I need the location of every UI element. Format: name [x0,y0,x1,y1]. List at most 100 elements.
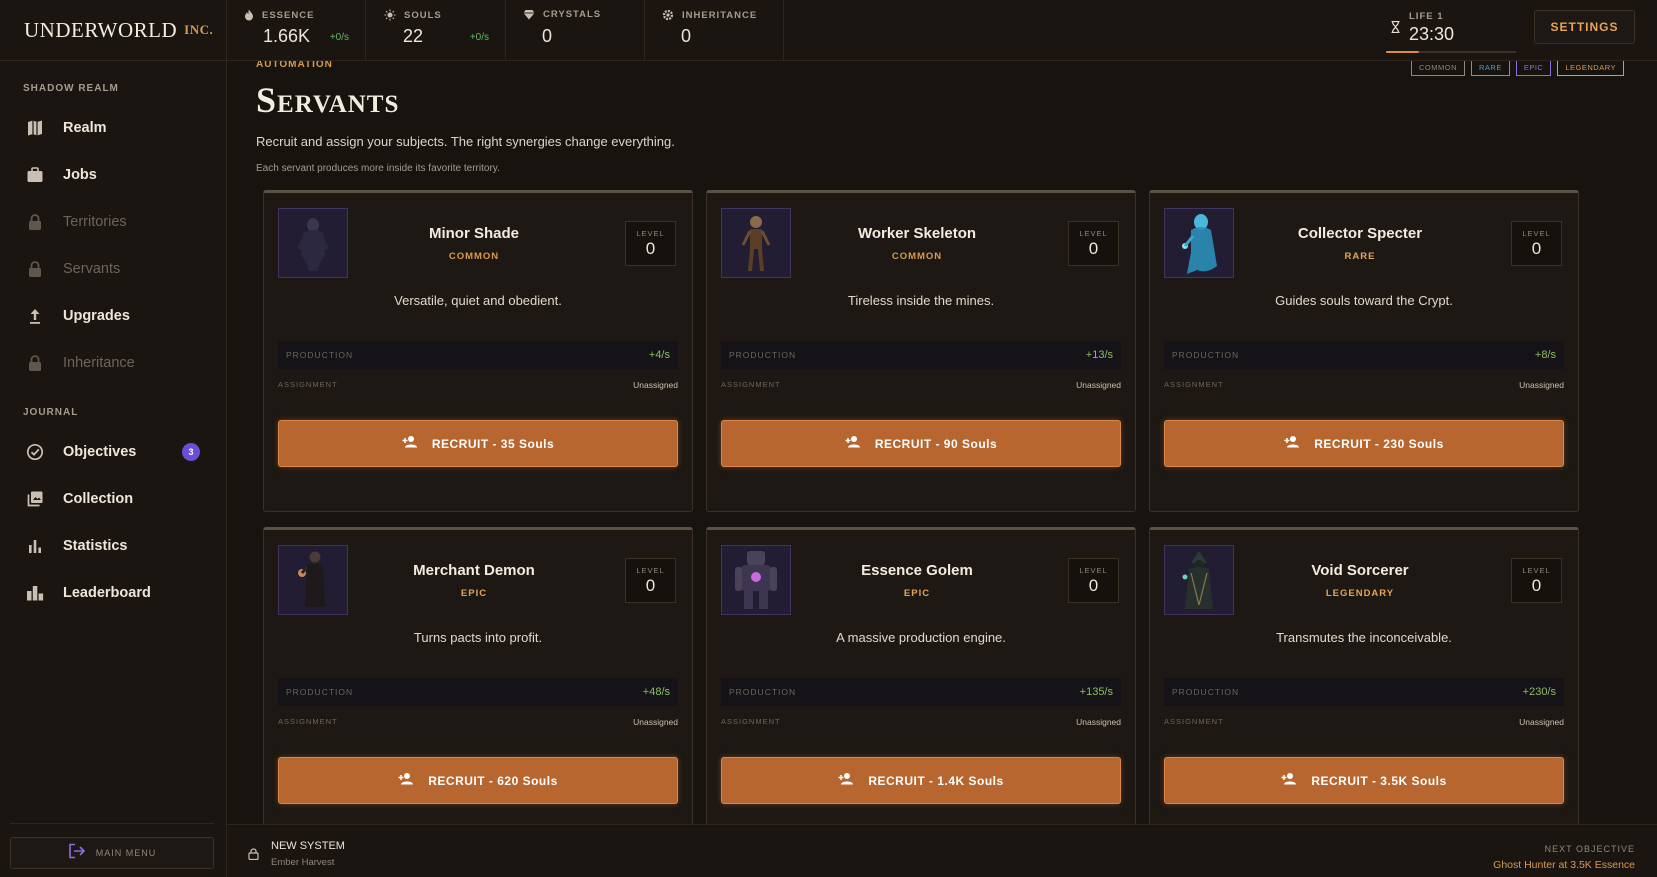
page-note: Each servant produces more inside its fa… [256,163,500,174]
sidebar-item-collection[interactable]: Collection [0,479,226,519]
servant-portrait [278,545,348,615]
new-system-title: NEW SYSTEM [271,840,345,852]
sidebar-item-jobs[interactable]: Jobs [0,155,226,195]
production-label: PRODUCTION [286,350,354,360]
resource-value: 0 [681,26,692,46]
servant-name: Worker Skeleton [857,225,977,242]
production-value: +48/s [642,686,670,698]
sidebar-item-upgrades[interactable]: Upgrades [0,296,226,336]
production-label: PRODUCTION [729,687,797,697]
bar-chart-icon [25,536,45,556]
sidebar-item-objectives[interactable]: Objectives 3 [0,432,226,472]
collection-icon [25,489,45,509]
assignment-row: ASSIGNMENT Unassigned [1164,380,1564,390]
assignment-row: ASSIGNMENT Unassigned [278,717,678,727]
level-label: LEVEL [636,566,665,575]
assignment-value[interactable]: Unassigned [1076,380,1121,390]
legend-common: COMMON [1411,61,1465,76]
next-objective-value[interactable]: Ghost Hunter at 3.5K Essence [1493,859,1635,871]
sidebar-item-realm[interactable]: Realm [0,108,226,148]
life-label: LIFE 1 [1409,11,1444,22]
gear-icon [662,9,674,21]
resource-souls: SOULS 22 +0/s [367,0,506,61]
servant-portrait [721,208,791,278]
recruit-button[interactable]: RECRUIT - 3.5K Souls [1164,757,1564,804]
nav-section-journal: JOURNAL [23,407,79,418]
servant-card: Void Sorcerer LEGENDARY LEVEL 0 Transmutes t… [1149,527,1579,824]
check-circle-icon [25,442,45,462]
resource-name: ESSENCE [262,9,315,21]
life-time: 23:30 [1409,24,1455,44]
level-label: LEVEL [1522,566,1551,575]
lock-icon [25,212,45,232]
level-value: 0 [645,239,656,258]
servant-level-box: LEVEL 0 [1068,558,1119,603]
nav-section-shadow-realm: SHADOW REALM [23,83,119,94]
assignment-label: ASSIGNMENT [721,380,781,389]
resource-name: CRYSTALS [543,9,602,20]
assignment-value[interactable]: Unassigned [1076,717,1121,727]
servant-description: Tireless inside the mines. [847,293,995,308]
main-menu-button[interactable]: MAIN MENU [10,837,214,869]
assignment-label: ASSIGNMENT [721,717,781,726]
resource-essence: ESSENCE 1.66K +0/s [227,0,366,61]
sidebar-item-label: Collection [63,491,134,507]
recruit-button[interactable]: RECRUIT - 35 Souls [278,420,678,467]
assignment-value[interactable]: Unassigned [1519,717,1564,727]
recruit-button[interactable]: RECRUIT - 620 Souls [278,757,678,804]
brand-suffix: INC. [184,22,214,37]
briefcase-icon [25,165,45,185]
assignment-value[interactable]: Unassigned [633,717,678,727]
assignment-value[interactable]: Unassigned [633,380,678,390]
production-row: PRODUCTION +48/s [278,678,678,706]
level-label: LEVEL [636,229,665,238]
recruit-label: RECRUIT - 620 Souls [428,773,558,788]
assignment-label: ASSIGNMENT [1164,380,1224,389]
servant-level-box: LEVEL 0 [1511,221,1562,266]
add-user-icon [1284,435,1300,453]
recruit-label: RECRUIT - 3.5K Souls [1311,773,1447,788]
objectives-count-badge: 3 [182,443,200,461]
servant-rarity: EPIC [460,588,488,599]
sidebar-item-leaderboard[interactable]: Leaderboard [0,573,226,613]
assignment-row: ASSIGNMENT Unassigned [1164,717,1564,727]
servant-name: Minor Shade [428,225,519,242]
add-user-icon [1281,772,1297,790]
level-label: LEVEL [1522,229,1551,238]
recruit-button[interactable]: RECRUIT - 230 Souls [1164,420,1564,467]
servant-description: Turns pacts into profit. [413,630,543,645]
level-label: LEVEL [1079,229,1108,238]
servant-card: Merchant Demon EPIC LEVEL 0 Turns pacts into… [263,527,693,824]
sidebar-item-inheritance: Inheritance [0,343,226,383]
assignment-value[interactable]: Unassigned [1519,380,1564,390]
sidebar-item-label: Upgrades [63,308,130,324]
recruit-label: RECRUIT - 1.4K Souls [868,773,1004,788]
level-value: 0 [1088,239,1099,258]
sidebar-item-servants: Servants [0,249,226,289]
production-value: +13/s [1085,349,1113,361]
recruit-button[interactable]: RECRUIT - 90 Souls [721,420,1121,467]
sidebar-item-statistics[interactable]: Statistics [0,526,226,566]
servant-level-box: LEVEL 0 [625,221,676,266]
flame-icon [245,9,253,21]
sun-icon [384,9,396,21]
production-value: +135/s [1079,686,1113,698]
sidebar-item-label: Servants [63,261,121,277]
servant-name: Merchant Demon [413,562,535,579]
resource-name: INHERITANCE [682,9,758,21]
servant-description: A massive production engine. [836,630,1006,645]
brand-logo[interactable]: UNDERWORLD INC. [0,0,226,61]
page-subtitle: Recruit and assign your subjects. The ri… [256,134,675,149]
servant-rarity: LEGENDARY [1325,588,1395,599]
assignment-label: ASSIGNMENT [278,380,338,389]
servant-level-box: LEVEL 0 [1068,221,1119,266]
servant-portrait [721,545,791,615]
settings-button[interactable]: SETTINGS [1534,10,1635,44]
resource-value: 0 [542,26,553,46]
servants-page: AUTOMATION Servants Recruit and assign y… [228,61,1657,824]
recruit-label: RECRUIT - 230 Souls [1314,436,1444,451]
recruit-button[interactable]: RECRUIT - 1.4K Souls [721,757,1121,804]
sidebar-item-label: Leaderboard [63,585,151,601]
life-progress-fill [1386,51,1419,53]
add-user-icon [398,772,414,790]
